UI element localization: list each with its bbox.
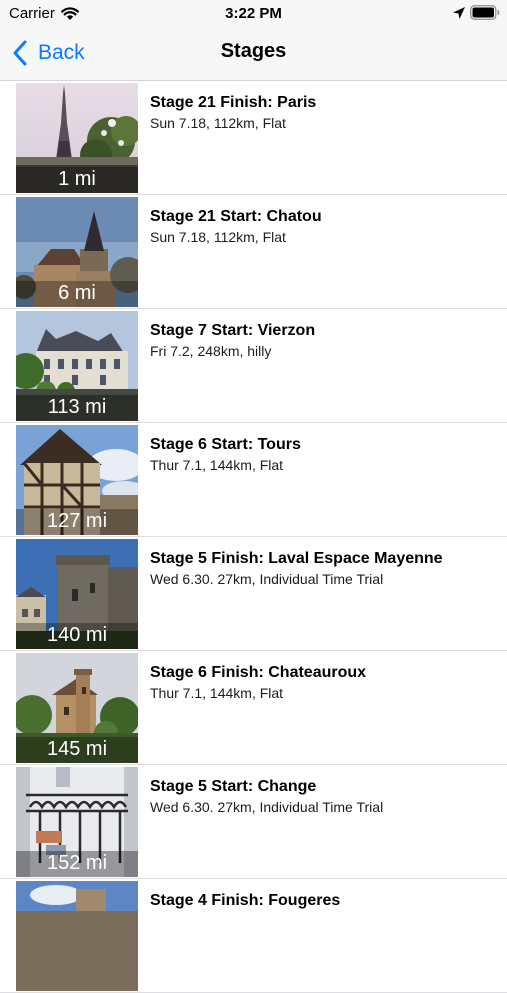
distance-label: 1 mi xyxy=(58,168,96,190)
stage-thumbnail: 140 mi xyxy=(16,539,138,649)
distance-label: 140 mi xyxy=(46,624,108,646)
stage-title: Stage 4 Finish: Fougeres xyxy=(150,892,341,909)
stage-subtitle: Thur 7.1, 144km, Flat xyxy=(150,685,284,701)
stage-title: Stage 5 Finish: Laval Espace Mayenne xyxy=(150,550,443,567)
stage-thumbnail: 152 mi xyxy=(16,767,138,877)
stage-subtitle: Fri 7.2, 248km, hilly xyxy=(150,343,272,359)
distance-label: 145 mi xyxy=(46,738,108,760)
stage-title: Stage 6 Start: Tours xyxy=(150,436,301,453)
stage-title: Stage 5 Start: Change xyxy=(150,778,317,795)
city-photo xyxy=(16,881,138,991)
stage-subtitle: Thur 7.1, 144km, Flat xyxy=(150,457,284,473)
stage-thumbnail: 113 mi xyxy=(16,311,138,421)
stage-row[interactable]: 113 mi Stage 7 Start: Vierzon Fri 7.2, 2… xyxy=(0,309,507,423)
stage-row[interactable]: 1 mi Stage 21 Finish: Paris Sun 7.18, 11… xyxy=(0,81,507,195)
stage-row[interactable]: 140 mi Stage 5 Finish: Laval Espace Maye… xyxy=(0,537,507,651)
stage-row[interactable]: Stage 4 Finish: Fougeres xyxy=(0,879,507,993)
stage-row[interactable]: 6 mi Stage 21 Start: Chatou Sun 7.18, 11… xyxy=(0,195,507,309)
distance-label: 127 mi xyxy=(46,510,108,532)
stage-row[interactable]: 145 mi Stage 6 Finish: Chateauroux Thur … xyxy=(0,651,507,765)
location-arrow-icon xyxy=(453,7,465,19)
distance-label: 6 mi xyxy=(58,282,96,304)
stage-thumbnail xyxy=(16,881,138,991)
stage-thumbnail: 145 mi xyxy=(16,653,138,763)
battery-icon xyxy=(470,5,500,20)
distance-label: 113 mi xyxy=(47,396,107,418)
stage-row[interactable]: 152 mi Stage 5 Start: Change Wed 6.30. 2… xyxy=(0,765,507,879)
stage-title: Stage 21 Start: Chatou xyxy=(150,208,322,225)
stage-thumbnail: 6 mi xyxy=(16,197,138,307)
page-title: Stages xyxy=(220,40,287,62)
stage-title: Stage 6 Finish: Chateauroux xyxy=(150,664,367,681)
status-time: 3:22 PM xyxy=(225,5,282,22)
stage-title: Stage 21 Finish: Paris xyxy=(150,94,317,111)
status-bar: Carrier 3:22 PM xyxy=(0,0,507,28)
stage-list: 1 mi Stage 21 Finish: Paris Sun 7.18, 11… xyxy=(0,81,507,993)
stage-thumbnail: 1 mi xyxy=(16,83,138,193)
navigation-bar: Back Stages xyxy=(0,28,507,81)
distance-label: 152 mi xyxy=(46,852,108,874)
stage-title: Stage 7 Start: Vierzon xyxy=(150,322,316,339)
stage-subtitle: Wed 6.30. 27km, Individual Time Trial xyxy=(150,799,384,815)
stage-subtitle: Sun 7.18, 112km, Flat xyxy=(150,115,286,131)
stage-subtitle: Wed 6.30. 27km, Individual Time Trial xyxy=(150,571,384,587)
stage-thumbnail: 127 mi xyxy=(16,425,138,535)
stage-subtitle: Sun 7.18, 112km, Flat xyxy=(150,229,286,245)
stage-row[interactable]: 127 mi Stage 6 Start: Tours Thur 7.1, 14… xyxy=(0,423,507,537)
